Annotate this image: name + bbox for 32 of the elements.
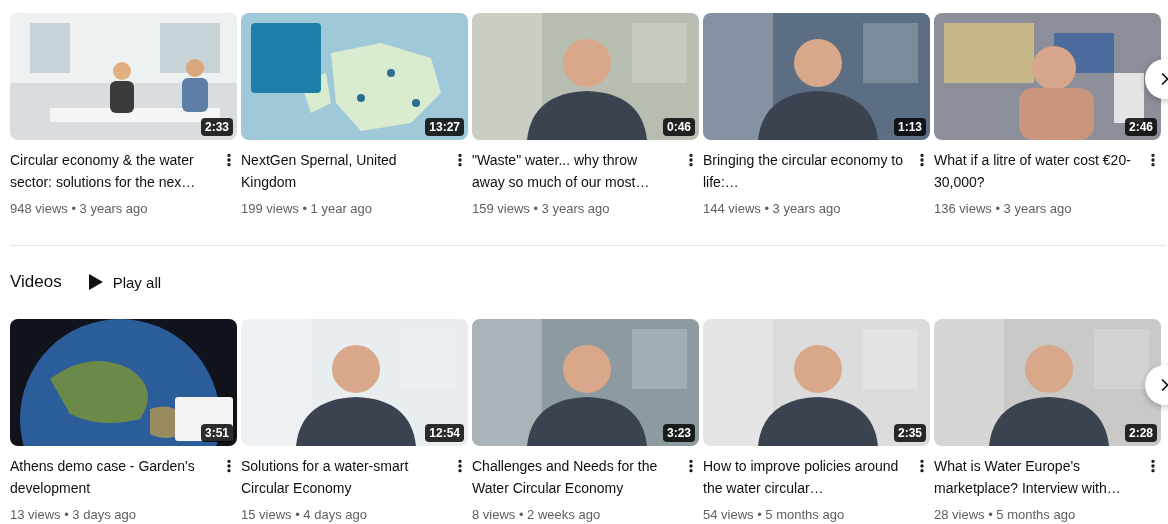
play-all-button[interactable]: Play all bbox=[88, 273, 162, 291]
video-meta: 136 views • 3 years ago bbox=[934, 200, 1073, 218]
video-meta: 13 views • 3 days ago bbox=[10, 506, 137, 524]
duration-badge: 3:23 bbox=[662, 424, 695, 442]
duration-badge: 12:54 bbox=[425, 424, 464, 442]
duration-badge: 2:35 bbox=[893, 424, 926, 442]
duration-badge: 2:33 bbox=[200, 118, 233, 136]
video-title[interactable]: Circular economy & the water sector: solutions for the nex… bbox=[10, 149, 210, 193]
video-title[interactable]: What is Water Europe's marketplace? Interview with… bbox=[934, 455, 1134, 499]
video-title[interactable]: "Waste" water... why throw away so much of our most… bbox=[472, 149, 672, 193]
duration-badge: 2:28 bbox=[1124, 424, 1157, 442]
section-title: Videos bbox=[10, 272, 62, 292]
video-meta: 28 views • 5 months ago bbox=[934, 506, 1077, 524]
video-meta: 144 views • 3 years ago bbox=[703, 200, 842, 218]
video-meta: 948 views • 3 years ago bbox=[10, 200, 149, 218]
video-title[interactable]: Athens demo case - Garden's development bbox=[10, 455, 210, 499]
video-meta: 159 views • 3 years ago bbox=[472, 200, 611, 218]
video-title[interactable]: Challenges and Needs for the Water Circular Economy bbox=[472, 455, 672, 499]
duration-badge: 0:46 bbox=[662, 118, 695, 136]
video-title[interactable]: What if a litre of water cost €20-30,000? bbox=[934, 149, 1134, 193]
duration-badge: 1:13 bbox=[893, 118, 926, 136]
video-meta: 15 views • 4 days ago bbox=[241, 506, 368, 524]
video-meta: 54 views • 5 months ago bbox=[703, 506, 846, 524]
video-meta: 8 views • 2 weeks ago bbox=[472, 506, 602, 524]
duration-badge: 2:46 bbox=[1124, 118, 1157, 136]
duration-badge: 13:27 bbox=[425, 118, 464, 136]
video-meta: 199 views • 1 year ago bbox=[241, 200, 373, 218]
video-title[interactable]: NextGen Spernal, United Kingdom bbox=[241, 149, 441, 193]
video-title[interactable]: Bringing the circular economy to life:… bbox=[703, 149, 903, 193]
video-title[interactable]: Solutions for a water-smart Circular Economy bbox=[241, 455, 441, 499]
duration-badge: 3:51 bbox=[200, 424, 233, 442]
video-title[interactable]: How to improve policies around the water circular… bbox=[703, 455, 903, 499]
